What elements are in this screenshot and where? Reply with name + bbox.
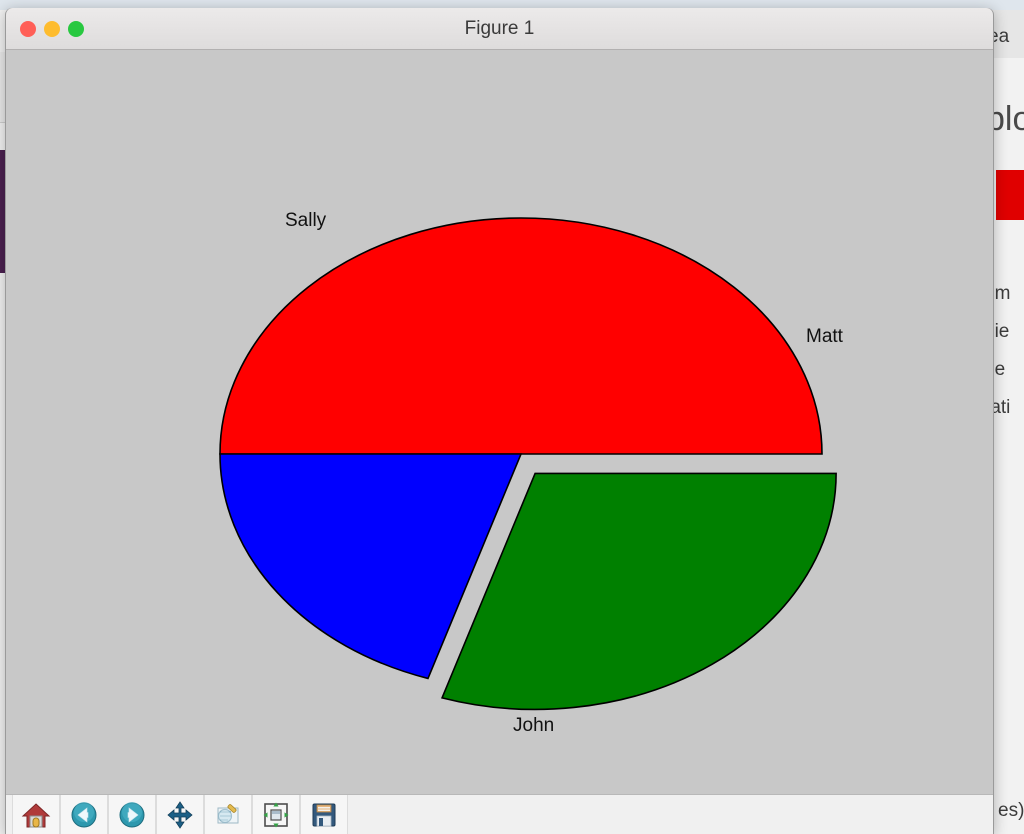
toolbar-save-button[interactable] bbox=[300, 795, 348, 834]
toolbar-zoom-button[interactable] bbox=[204, 795, 252, 834]
pie-label-john: John bbox=[513, 715, 555, 736]
figure-canvas[interactable]: Sally Matt John bbox=[6, 50, 993, 794]
pie-slice-john bbox=[219, 217, 823, 455]
figure-window: Figure 1 Sally Matt John bbox=[5, 8, 994, 834]
toolbar-subplots-button[interactable] bbox=[252, 795, 300, 834]
configure-subplots-icon bbox=[263, 802, 289, 828]
screen: ⋮ ea plo om pie he rati es) Figure 1 bbox=[0, 0, 1024, 834]
pie-label-matt: Matt bbox=[806, 326, 843, 347]
window-titlebar[interactable]: Figure 1 bbox=[6, 8, 993, 50]
home-icon bbox=[21, 803, 51, 828]
window-title: Figure 1 bbox=[464, 18, 535, 39]
pie-chart bbox=[219, 217, 837, 711]
toolbar-back-button[interactable] bbox=[60, 795, 108, 834]
arrow-left-icon bbox=[71, 802, 97, 828]
background-red-banner bbox=[996, 170, 1024, 220]
zoom-rectangle-icon bbox=[217, 804, 239, 824]
toolbar-home-button[interactable] bbox=[12, 795, 60, 834]
floppy-save-icon bbox=[312, 803, 336, 827]
pie-slice-sally bbox=[440, 472, 837, 711]
arrow-right-icon bbox=[119, 802, 145, 828]
pie-label-sally: Sally bbox=[285, 210, 327, 231]
toolbar-pan-button[interactable] bbox=[156, 795, 204, 834]
background-footer-text: es) bbox=[998, 800, 1024, 821]
matplotlib-toolbar bbox=[6, 794, 993, 834]
move-cross-icon bbox=[167, 801, 193, 829]
toolbar-forward-button[interactable] bbox=[108, 795, 156, 834]
